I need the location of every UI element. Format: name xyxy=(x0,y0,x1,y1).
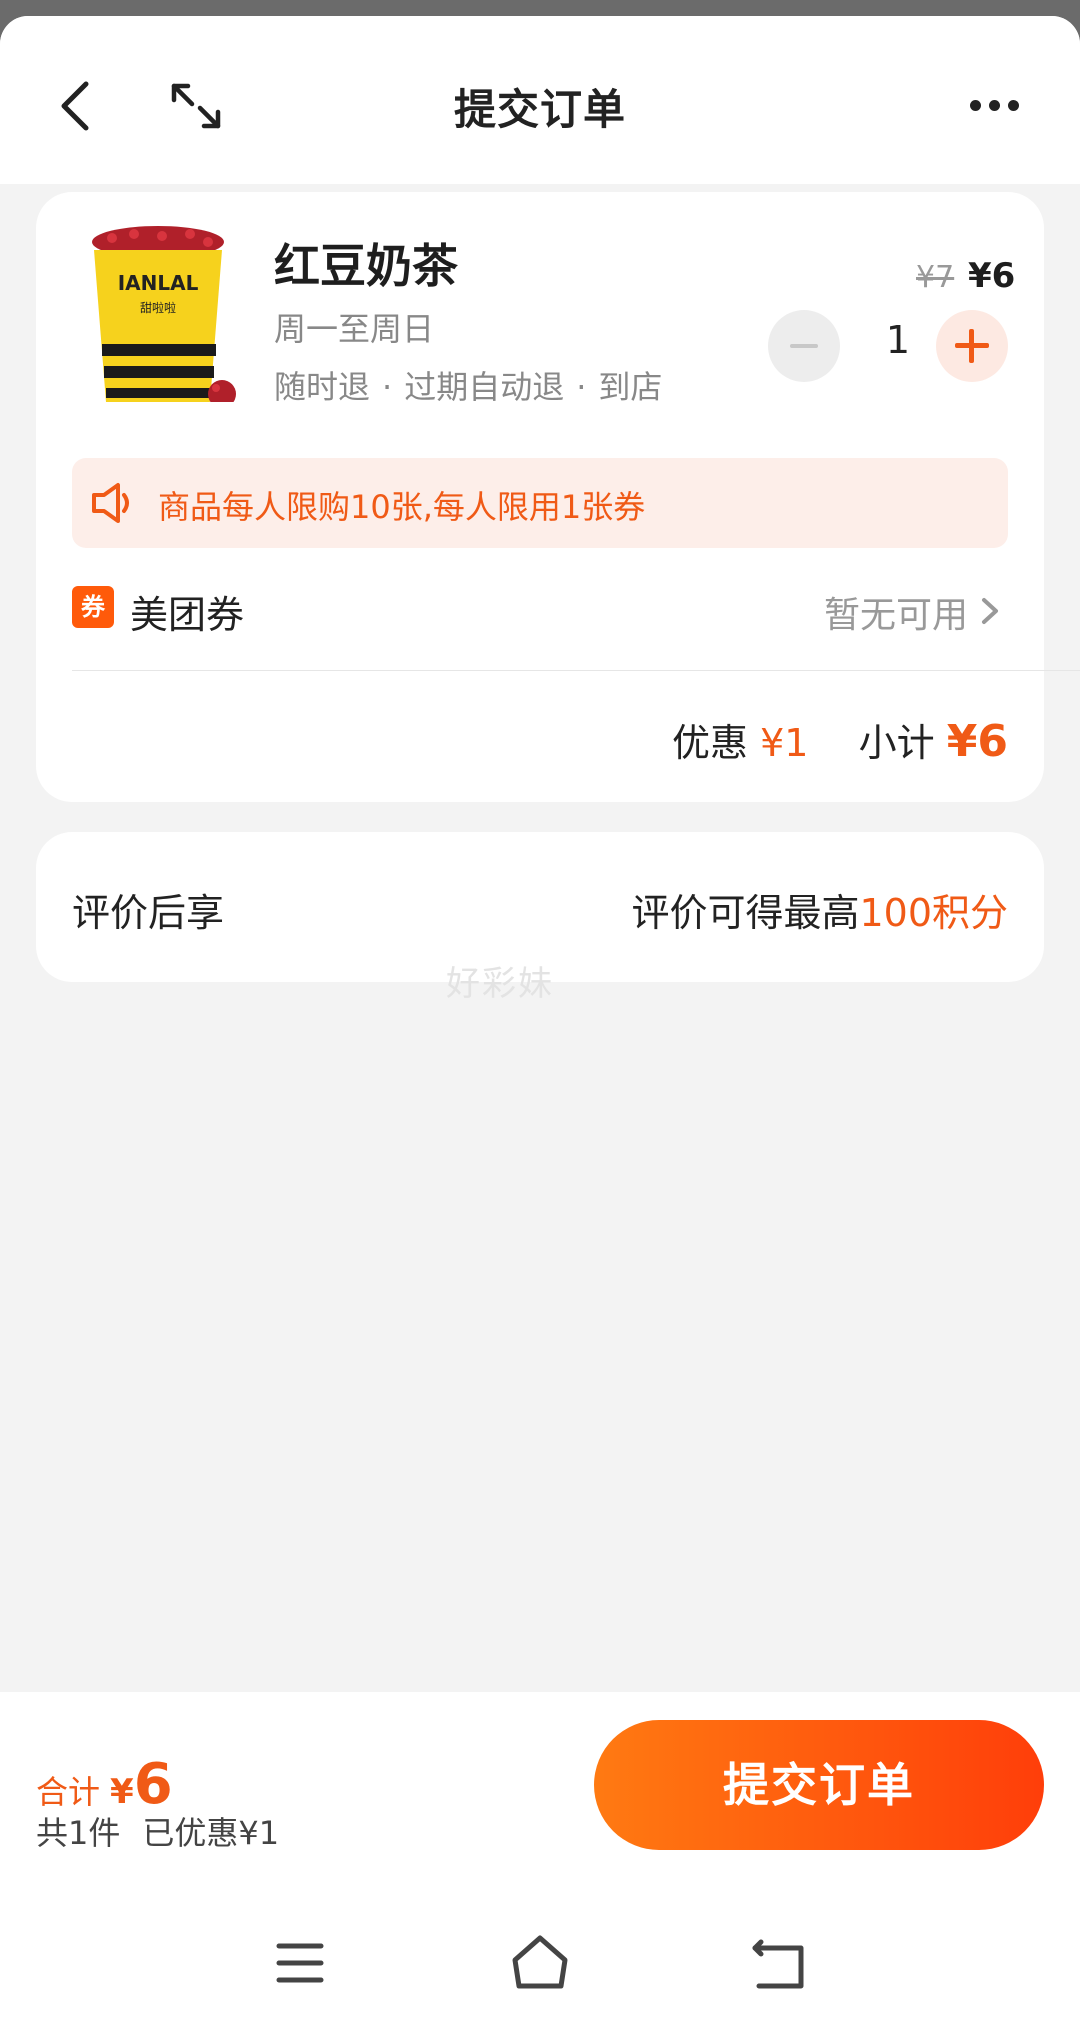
tag: 到店 xyxy=(598,368,663,406)
chevron-right-icon xyxy=(978,596,1002,626)
page-title: 提交订单 xyxy=(453,85,626,134)
review-reward-points: 100积分 xyxy=(859,891,1008,935)
review-reward-prefix: 评价可得最高 xyxy=(631,891,860,935)
current-price: ¥6 xyxy=(968,256,1016,296)
header: 提交订单 xyxy=(0,16,1080,184)
order-sheet: 提交订单 IANLAL 甜啦啦 红豆奶茶 周一至周日 随时退 · 过期自动退 ·… xyxy=(0,16,1080,2028)
saved-amount: 已优惠¥1 xyxy=(142,1814,280,1852)
coupon-badge: 券 xyxy=(72,586,114,628)
total-label: 合计 xyxy=(36,1773,101,1811)
watermark: 好彩妹 xyxy=(446,964,554,1004)
review-label: 评价后享 xyxy=(72,891,225,935)
more-horizontal-icon[interactable] xyxy=(970,96,1030,116)
svg-text:IANLAL: IANLAL xyxy=(118,271,199,295)
divider xyxy=(72,670,1080,671)
original-price: ¥7 xyxy=(916,260,955,295)
product-card: IANLAL 甜啦啦 红豆奶茶 周一至周日 随时退 · 过期自动退 · 到店 ¥7 ¥6… xyxy=(36,192,1080,802)
product-image[interactable]: IANLAL 甜啦啦 xyxy=(72,226,244,402)
review-reward: 评价可得最高100积分 xyxy=(631,882,1008,937)
coupon-row[interactable]: 券 美团券 暂无可用 xyxy=(72,564,1008,654)
purchase-limit-notice: 商品每人限购10张,每人限用1张券 xyxy=(72,458,1008,548)
bottom-bar: 合计 ¥6 共1件 已优惠¥1 提交订单 xyxy=(0,1692,1080,2028)
subtotal-label: 小计 xyxy=(858,721,935,765)
count-line: 共1件 已优惠¥1 xyxy=(36,1808,279,1854)
notice-text: 商品每人限购10张,每人限用1张券 xyxy=(158,488,646,526)
product-name: 红豆奶茶 xyxy=(274,239,458,293)
discount-value: ¥1 xyxy=(760,721,809,765)
total-currency: ¥ xyxy=(110,1772,134,1812)
coupon-value: 暂无可用 xyxy=(823,595,968,636)
coupon-label: 美团券 xyxy=(130,593,245,637)
item-count: 共1件 xyxy=(36,1814,121,1852)
submit-order-button[interactable]: 提交订单 xyxy=(594,1720,1044,1850)
subtotal-value: ¥6 xyxy=(946,716,1008,767)
product-validity: 周一至周日 xyxy=(274,310,435,348)
increase-quantity-button[interactable] xyxy=(936,310,1008,382)
tag: 随时退 xyxy=(274,368,371,406)
svg-text:甜啦啦: 甜啦啦 xyxy=(140,300,176,315)
quantity-value: 1 xyxy=(885,318,911,362)
speaker-icon xyxy=(90,481,136,525)
back-icon[interactable] xyxy=(745,1928,815,1998)
home-icon[interactable] xyxy=(505,1928,575,1998)
system-nav-bar xyxy=(0,1928,1080,2008)
tag: 过期自动退 xyxy=(404,368,565,406)
menu-icon[interactable] xyxy=(265,1928,335,1998)
decrease-quantity-button[interactable] xyxy=(768,310,840,382)
discount-label: 优惠 xyxy=(672,721,749,765)
price-summary: 优惠 ¥1 小计 ¥6 xyxy=(672,712,1008,767)
product-tags: 随时退 · 过期自动退 · 到店 xyxy=(274,368,663,406)
